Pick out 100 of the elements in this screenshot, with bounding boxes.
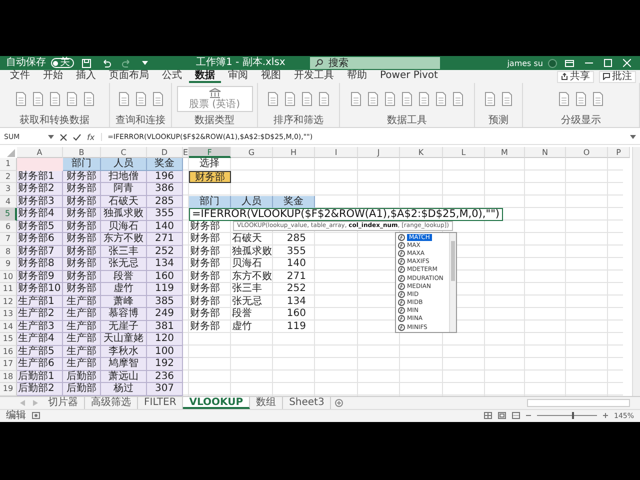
column-header[interactable]: K (400, 147, 443, 158)
check-icon[interactable] (73, 134, 81, 140)
ribbon-tab[interactable]: 开发工具 (288, 70, 340, 83)
row-header[interactable]: 10 (0, 270, 17, 283)
ribbon-tab[interactable]: 审阅 (222, 70, 254, 83)
ribbon-tab[interactable]: 帮助 (341, 70, 373, 83)
caret-icon[interactable] (48, 135, 54, 139)
row-header[interactable]: 2 (0, 170, 17, 183)
share-button[interactable]: 共享 (557, 70, 594, 82)
column-header[interactable]: I (315, 147, 358, 158)
ribbon-tab[interactable]: 开始 (37, 70, 69, 83)
row-header[interactable]: 11 (0, 283, 17, 296)
row-header[interactable]: 16 (0, 346, 17, 358)
row-header[interactable]: 5 (0, 208, 17, 220)
document-icon[interactable] (484, 92, 496, 106)
page-layout-icon[interactable] (498, 412, 506, 419)
redo-icon[interactable] (122, 58, 131, 68)
document-icon[interactable] (284, 92, 296, 106)
document-icon[interactable] (32, 92, 44, 106)
document-icon[interactable] (452, 92, 464, 106)
ribbon-tab[interactable]: 公式 (156, 70, 188, 83)
document-icon[interactable] (575, 92, 587, 106)
caret-icon[interactable] (630, 135, 636, 139)
search-field[interactable]: 搜索 (310, 57, 440, 69)
column-header[interactable]: D (147, 147, 183, 158)
column-header[interactable]: G (231, 147, 273, 158)
column-header[interactable]: C (101, 147, 147, 158)
document-icon[interactable] (592, 92, 604, 106)
document-icon[interactable] (367, 92, 379, 106)
row-header[interactable]: 15 (0, 333, 17, 346)
document-icon[interactable] (66, 92, 78, 106)
undo-icon[interactable] (102, 58, 111, 68)
document-icon[interactable] (558, 92, 570, 106)
row-header[interactable]: 13 (0, 308, 17, 320)
ribbon-tab[interactable]: 插入 (70, 70, 102, 83)
avatar-icon[interactable] (548, 58, 557, 68)
document-icon[interactable] (435, 92, 447, 106)
document-icon[interactable] (118, 92, 130, 106)
add-sheet-icon[interactable] (335, 398, 344, 406)
document-icon[interactable] (267, 92, 279, 106)
vertical-scrollbar[interactable] (632, 147, 640, 396)
column-header[interactable]: B (63, 147, 101, 158)
previous-sheet-icon[interactable] (20, 400, 25, 406)
row-header[interactable]: 17 (0, 358, 17, 370)
column-header[interactable]: E (183, 147, 189, 158)
column-header[interactable]: O (566, 147, 608, 158)
cancel-icon[interactable] (60, 134, 67, 140)
document-icon[interactable] (501, 92, 513, 106)
zoom-slider[interactable] (572, 412, 574, 419)
row-header[interactable]: 6 (0, 220, 17, 233)
document-icon[interactable] (318, 92, 330, 106)
cell-editor[interactable]: =IFERROR(VLOOKUP($F$2&ROW(A1),$A$2:$D$25,M,0),"") (189, 208, 502, 220)
row-header[interactable]: 7 (0, 233, 17, 246)
ribbon-tab[interactable]: 文件 (4, 70, 36, 83)
column-header[interactable]: N (525, 147, 566, 158)
close-icon[interactable] (623, 59, 631, 67)
document-icon[interactable] (82, 92, 94, 106)
document-icon[interactable] (418, 92, 430, 106)
column-header[interactable]: J (358, 147, 400, 158)
row-header[interactable]: 8 (0, 246, 17, 258)
row-header[interactable]: 3 (0, 183, 17, 196)
ribbon-tab[interactable]: 视图 (255, 70, 287, 83)
comments-button[interactable]: 批注 (599, 70, 636, 82)
document-icon[interactable] (152, 92, 164, 106)
maximize-icon[interactable] (604, 59, 612, 67)
document-icon[interactable] (350, 92, 362, 106)
row-header[interactable]: 19 (0, 383, 17, 396)
column-header[interactable]: H (273, 147, 315, 158)
list-scrollbar[interactable] (449, 233, 456, 332)
selection-cell[interactable]: 财务部 (189, 170, 231, 183)
insert-function-button[interactable]: fx (87, 132, 95, 142)
column-header[interactable]: P (608, 147, 630, 158)
column-header[interactable]: A (17, 147, 63, 158)
row-header[interactable]: 4 (0, 196, 17, 208)
ribbon-tab[interactable]: Power Pivot (374, 70, 444, 83)
document-icon[interactable] (401, 92, 413, 106)
sheet-tab[interactable]: VLOOKUP (183, 396, 250, 408)
document-icon[interactable] (14, 92, 26, 106)
document-icon[interactable] (301, 92, 313, 106)
zoom-out-icon[interactable] (526, 413, 531, 418)
row-header[interactable]: 1 (0, 158, 17, 170)
next-sheet-icon[interactable] (33, 400, 38, 406)
document-icon[interactable] (48, 92, 60, 106)
row-header[interactable]: 14 (0, 320, 17, 333)
column-header[interactable]: F (189, 147, 231, 158)
ribbon-tab[interactable]: 页面布局 (103, 70, 155, 83)
column-header[interactable]: L (443, 147, 485, 158)
zoom-in-icon[interactable] (602, 413, 608, 418)
data-type-gallery[interactable]: 股票 (英语) (176, 86, 252, 112)
ribbon-display-icon[interactable] (565, 60, 574, 66)
row-header[interactable]: 18 (0, 370, 17, 383)
save-icon[interactable] (82, 58, 91, 68)
caret-icon[interactable] (142, 61, 148, 65)
macro-record-icon[interactable] (32, 412, 40, 419)
page-break-icon[interactable] (512, 412, 520, 419)
row-header[interactable]: 9 (0, 258, 17, 270)
normal-view-icon[interactable] (484, 412, 492, 419)
document-icon[interactable] (134, 92, 146, 106)
row-header[interactable]: 12 (0, 296, 17, 308)
horizontal-scrollbar[interactable] (527, 398, 630, 406)
